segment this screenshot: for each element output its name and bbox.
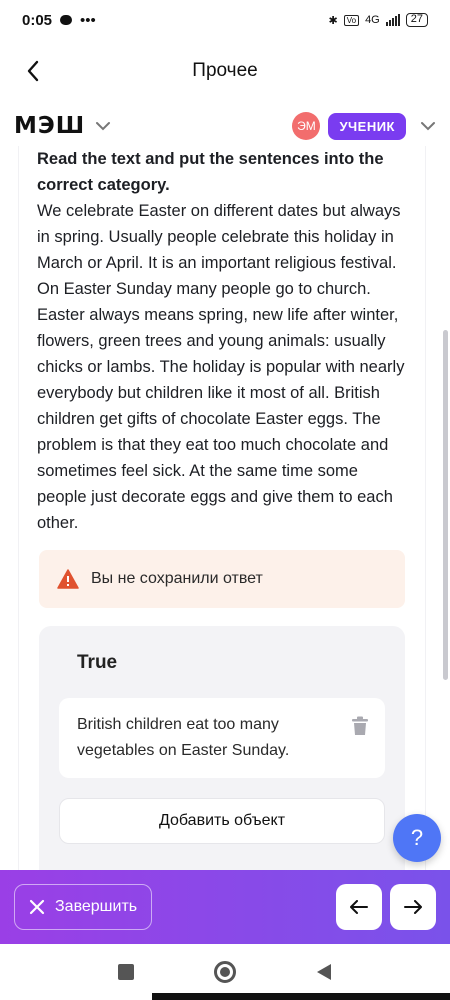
- category-title: True: [77, 652, 118, 673]
- category-panel: True British children eat too many veget…: [39, 626, 405, 870]
- unsaved-warning: Вы не сохранили ответ: [39, 550, 405, 608]
- prev-button[interactable]: [336, 884, 382, 930]
- system-navigation: [0, 944, 450, 1000]
- battery-indicator: 27: [405, 13, 428, 27]
- back-triangle-icon[interactable]: [316, 963, 332, 981]
- page-title: Прочее: [192, 60, 258, 81]
- status-bar: 0:05 ••• ✱ Vo 4G 27: [0, 0, 450, 40]
- scrollbar[interactable]: [443, 330, 448, 680]
- recents-icon[interactable]: [118, 964, 134, 980]
- arrow-right-icon: [404, 900, 422, 914]
- signal-icon: [385, 14, 400, 26]
- chevron-down-icon[interactable]: [95, 121, 111, 131]
- answer-item-text: British children eat too many vegetables…: [77, 716, 290, 759]
- arrow-left-icon: [350, 900, 368, 914]
- more-icon: •••: [80, 11, 96, 29]
- chevron-down-icon[interactable]: [420, 121, 436, 131]
- network-type: 4G: [365, 14, 380, 26]
- brand-logo[interactable]: МЭШ: [14, 113, 85, 139]
- finish-label: Завершить: [55, 898, 138, 915]
- home-icon[interactable]: [214, 961, 236, 983]
- volte-icon: Vo: [343, 14, 360, 26]
- warning-text: Вы не сохранили ответ: [91, 570, 263, 587]
- gesture-bar: [152, 993, 450, 1000]
- brand-row: МЭШ ЭМ УЧЕНИК: [0, 106, 450, 146]
- task-instruction: Read the text and put the sentences into…: [37, 150, 384, 194]
- chevron-left-icon: [27, 60, 39, 82]
- add-object-button[interactable]: Добавить объект: [59, 798, 385, 844]
- status-time: 0:05: [22, 11, 53, 29]
- answer-item[interactable]: British children eat too many vegetables…: [59, 698, 385, 778]
- warning-triangle-icon: [57, 569, 79, 589]
- finish-button[interactable]: Завершить: [14, 884, 153, 930]
- task-body: We celebrate Easter on different dates b…: [37, 202, 405, 532]
- bluetooth-icon: ✱: [328, 14, 338, 27]
- help-button[interactable]: ?: [393, 814, 441, 862]
- trash-icon[interactable]: [351, 716, 369, 745]
- next-button[interactable]: [390, 884, 436, 930]
- close-icon: [29, 899, 45, 915]
- message-icon: [60, 15, 73, 25]
- action-bar: Завершить: [0, 870, 450, 944]
- role-badge[interactable]: УЧЕНИК: [328, 112, 406, 140]
- app-header: Прочее: [0, 48, 450, 94]
- task-text: Read the text and put the sentences into…: [19, 146, 425, 536]
- avatar[interactable]: ЭМ: [292, 112, 321, 140]
- back-button[interactable]: [18, 56, 48, 86]
- task-card: Read the text and put the sentences into…: [18, 146, 426, 870]
